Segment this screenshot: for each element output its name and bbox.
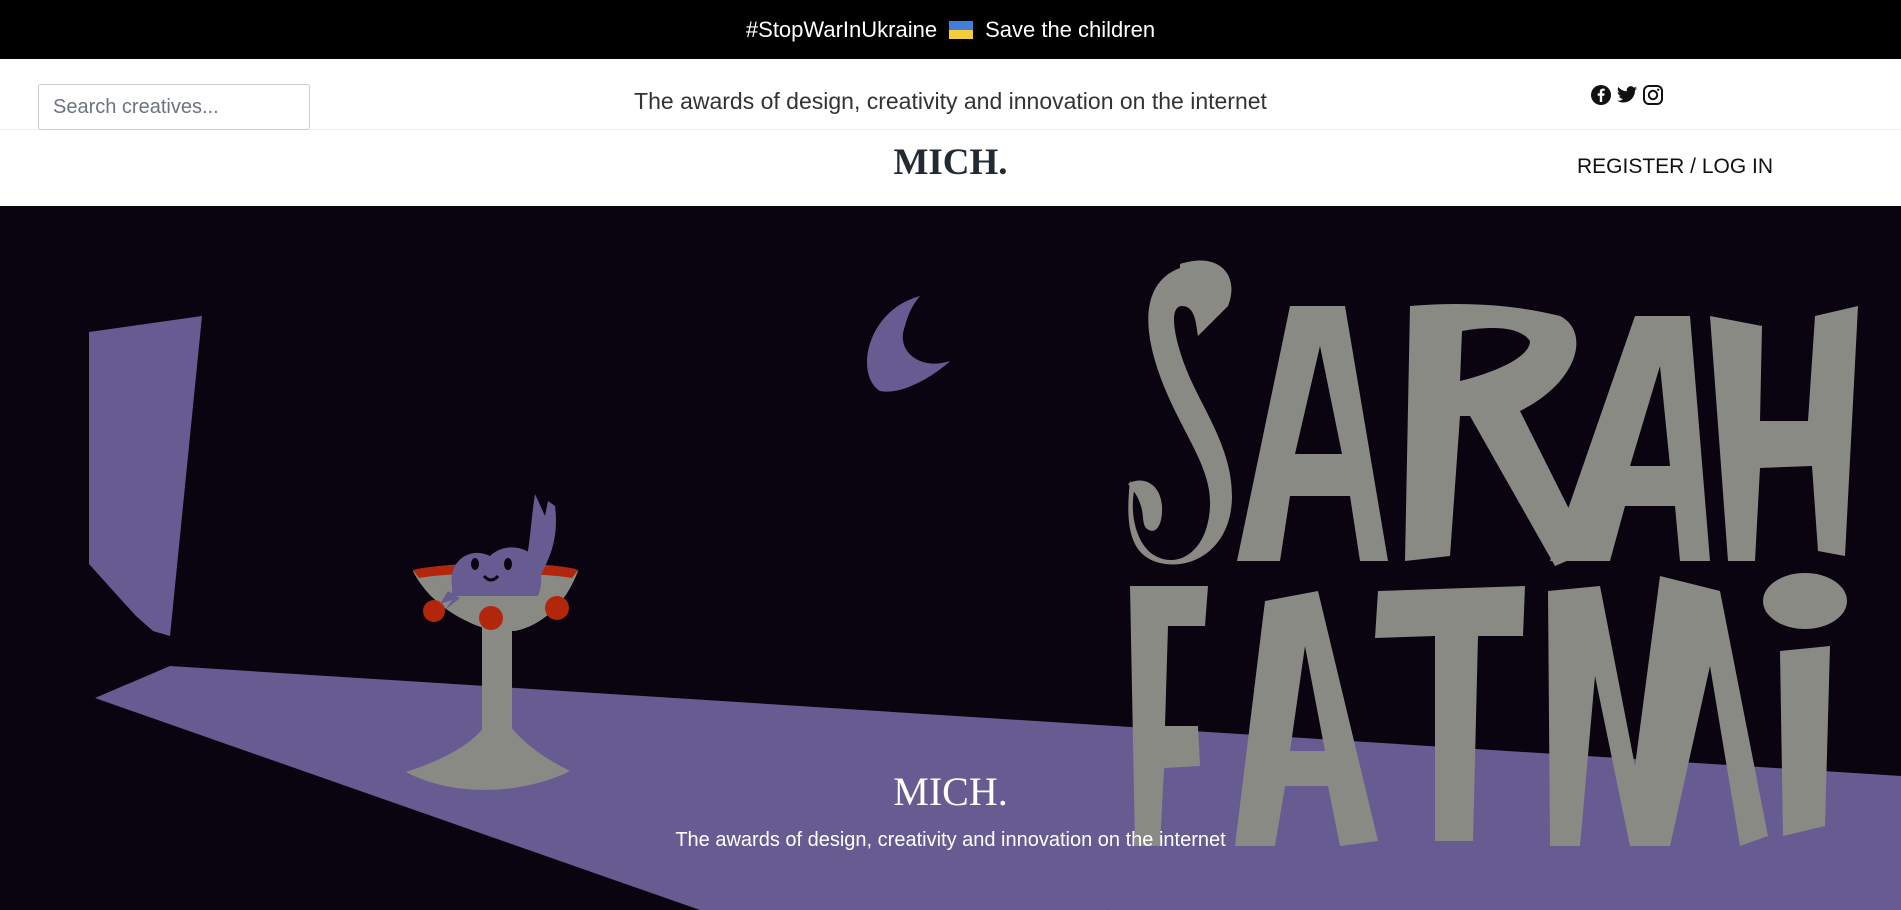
hero-subtitle: The awards of design, creativity and inn…	[675, 829, 1226, 851]
sarah-lettering	[1128, 260, 1858, 566]
twitter-icon[interactable]	[1616, 84, 1638, 106]
save-the-children-link[interactable]: Save the children	[985, 17, 1155, 43]
ukraine-flag-icon	[949, 20, 974, 39]
top-bar: The awards of design, creativity and inn…	[0, 59, 1901, 130]
moon-icon	[867, 296, 950, 392]
hero-banner: MICH. The awards of design, creativity a…	[0, 206, 1901, 910]
instagram-icon[interactable]	[1642, 84, 1664, 106]
window-shape	[89, 316, 202, 636]
main-navbar: MICH. REGISTER / LOG IN	[0, 130, 1901, 206]
social-links	[1590, 84, 1664, 106]
announcement-hashtag: #StopWarInUkraine	[745, 16, 938, 42]
announcement-bar: #StopWarInUkraine Save the children	[0, 0, 1901, 59]
hero-title: MICH.	[893, 769, 1008, 814]
register-login-link[interactable]: REGISTER / LOG IN	[1577, 155, 1773, 179]
facebook-icon[interactable]	[1590, 84, 1612, 106]
